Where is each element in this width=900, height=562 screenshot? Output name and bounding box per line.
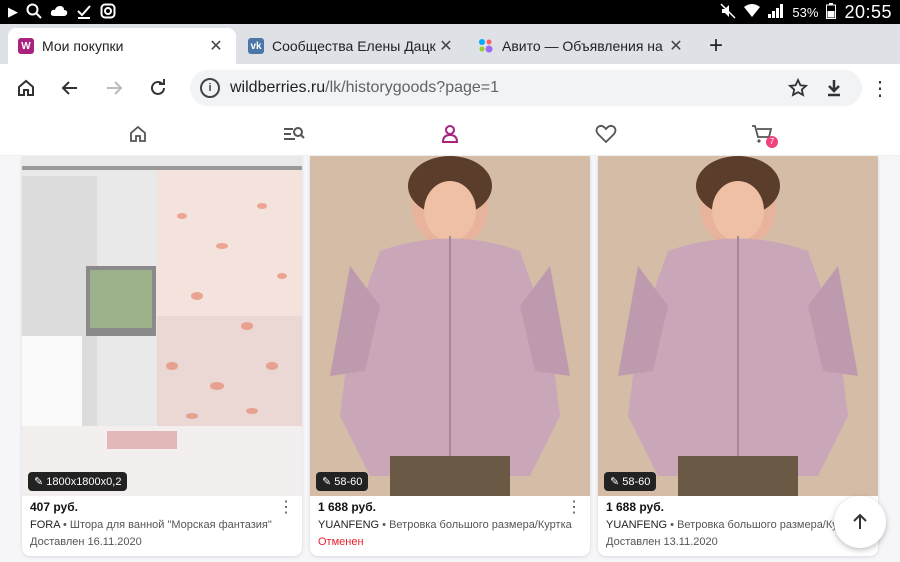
check-icon (76, 3, 92, 22)
browser-toolbar: i wildberries.ru/lk/historygoods?page=1 … (0, 64, 900, 112)
pencil-icon: ✎ (322, 476, 332, 488)
product-card[interactable]: ✎ 58-60 1 688 руб. YUANFENG • Ветровка б… (598, 156, 878, 556)
battery-icon (826, 2, 837, 22)
clock: 20:55 (844, 1, 892, 22)
product-price: 1 688 руб. (318, 500, 376, 514)
android-status-bar: ▶ 53% 20:55 (0, 0, 900, 24)
product-image-shower-curtain[interactable] (22, 156, 302, 496)
tab-my-purchases[interactable]: W Мои покупки ✕ (8, 28, 236, 64)
home-icon (130, 125, 146, 142)
product-menu-kebab-icon[interactable]: ⋮ (278, 500, 294, 516)
cloud-icon (50, 5, 68, 20)
wildberries-favicon-icon: W (18, 38, 34, 54)
home-icon (18, 79, 34, 96)
wifi-icon (744, 3, 761, 21)
back-button[interactable] (52, 70, 88, 106)
product-image-jacket[interactable] (598, 156, 878, 496)
user-icon (441, 124, 459, 143)
nav-home-button[interactable] (118, 114, 158, 154)
heart-icon (595, 124, 617, 143)
product-info: 407 руб. FORA • Штора для ванной "Морска… (30, 500, 294, 548)
scroll-to-top-button[interactable] (834, 496, 886, 548)
product-info: 1 688 руб. YUANFENG • Ветровка большого … (606, 500, 870, 548)
close-icon[interactable]: ✕ (436, 36, 456, 56)
home-button[interactable] (8, 70, 44, 106)
arrow-up-icon (853, 513, 867, 529)
product-name: Ветровка большого размера/Куртка (389, 519, 572, 531)
product-price: 1 688 руб. (606, 500, 664, 514)
tab-title: Авито — Объявления на сайте (502, 38, 666, 54)
play-icon: ▶ (8, 4, 18, 19)
site-navigation: 7 (0, 112, 900, 156)
tab-avito[interactable]: Авито — Объявления на сайте ✕ (468, 28, 696, 64)
purchase-history-list: ✎ 1800x1800x0,2 407 руб. FORA • Штора дл… (0, 156, 900, 562)
product-status: Доставлен 16.11.2020 (30, 536, 142, 548)
pencil-icon: ✎ (34, 476, 44, 488)
product-brand: FORA (30, 519, 60, 531)
avito-favicon-icon (478, 38, 494, 54)
pencil-icon: ✎ (610, 476, 620, 488)
nav-favorites-button[interactable] (586, 114, 626, 154)
product-image-jacket[interactable] (310, 156, 590, 496)
product-price: 407 руб. (30, 500, 78, 514)
product-brand: YUANFENG (606, 519, 668, 531)
size-tag: ✎ 58-60 (316, 472, 369, 491)
size-tag: ✎ 58-60 (604, 472, 657, 491)
info-icon[interactable]: i (200, 78, 220, 98)
catalog-search-icon (284, 126, 305, 140)
product-name: Ветровка большого размера/Куртка (677, 519, 860, 531)
mute-icon (720, 2, 736, 22)
close-icon[interactable]: ✕ (666, 36, 686, 56)
product-menu-kebab-icon[interactable]: ⋮ (566, 500, 582, 516)
product-info: 1 688 руб. YUANFENG • Ветровка большого … (318, 500, 582, 548)
cart-count-badge: 7 (766, 135, 778, 148)
star-icon[interactable] (780, 78, 816, 98)
reload-icon (151, 79, 165, 95)
new-tab-button[interactable]: + (698, 28, 734, 64)
url-path: /lk/historygoods?page=1 (325, 79, 500, 96)
product-description: FORA • Штора для ванной "Морская фантази… (30, 519, 272, 531)
product-name: Штора для ванной "Морская фантазия" (69, 519, 272, 531)
nav-cart-button[interactable]: 7 (742, 114, 782, 154)
forward-button[interactable] (96, 70, 132, 106)
tab-title: Мои покупки (42, 38, 124, 54)
product-description: YUANFENG • Ветровка большого размера/Кур… (606, 519, 860, 531)
download-icon[interactable] (816, 78, 852, 98)
vk-favicon-icon: vk (248, 38, 264, 54)
instagram-icon (100, 3, 116, 22)
menu-kebab-icon[interactable]: ⋮ (868, 76, 892, 101)
reload-button[interactable] (140, 70, 176, 106)
browser-tab-strip: W Мои покупки ✕ vk Сообщества Елены Дацк… (0, 24, 900, 64)
product-description: YUANFENG • Ветровка большого размера/Кур… (318, 519, 572, 531)
product-card[interactable]: ✎ 1800x1800x0,2 407 руб. FORA • Штора дл… (22, 156, 302, 556)
product-card[interactable]: ✎ 58-60 1 688 руб. YUANFENG • Ветровка б… (310, 156, 590, 556)
product-status: Доставлен 13.11.2020 (606, 536, 718, 548)
product-status: Отменен (318, 536, 364, 548)
arrow-left-icon (61, 81, 77, 95)
close-icon[interactable]: ✕ (206, 36, 226, 56)
url-bar[interactable]: i wildberries.ru/lk/historygoods?page=1 (190, 70, 862, 106)
nav-catalog-search-button[interactable] (274, 114, 314, 154)
search-icon (26, 3, 42, 22)
arrow-right-icon (107, 81, 123, 95)
nav-profile-button[interactable] (430, 114, 470, 154)
signal-icon (768, 3, 784, 21)
product-brand: YUANFENG (318, 519, 380, 531)
battery-percent: 53% (792, 4, 819, 20)
tab-vk-communities[interactable]: vk Сообщества Елены Дацкевич ✕ (238, 28, 466, 64)
tab-title: Сообщества Елены Дацкевич (272, 38, 436, 54)
url-host: wildberries.ru (230, 79, 326, 96)
size-tag: ✎ 1800x1800x0,2 (28, 472, 128, 491)
